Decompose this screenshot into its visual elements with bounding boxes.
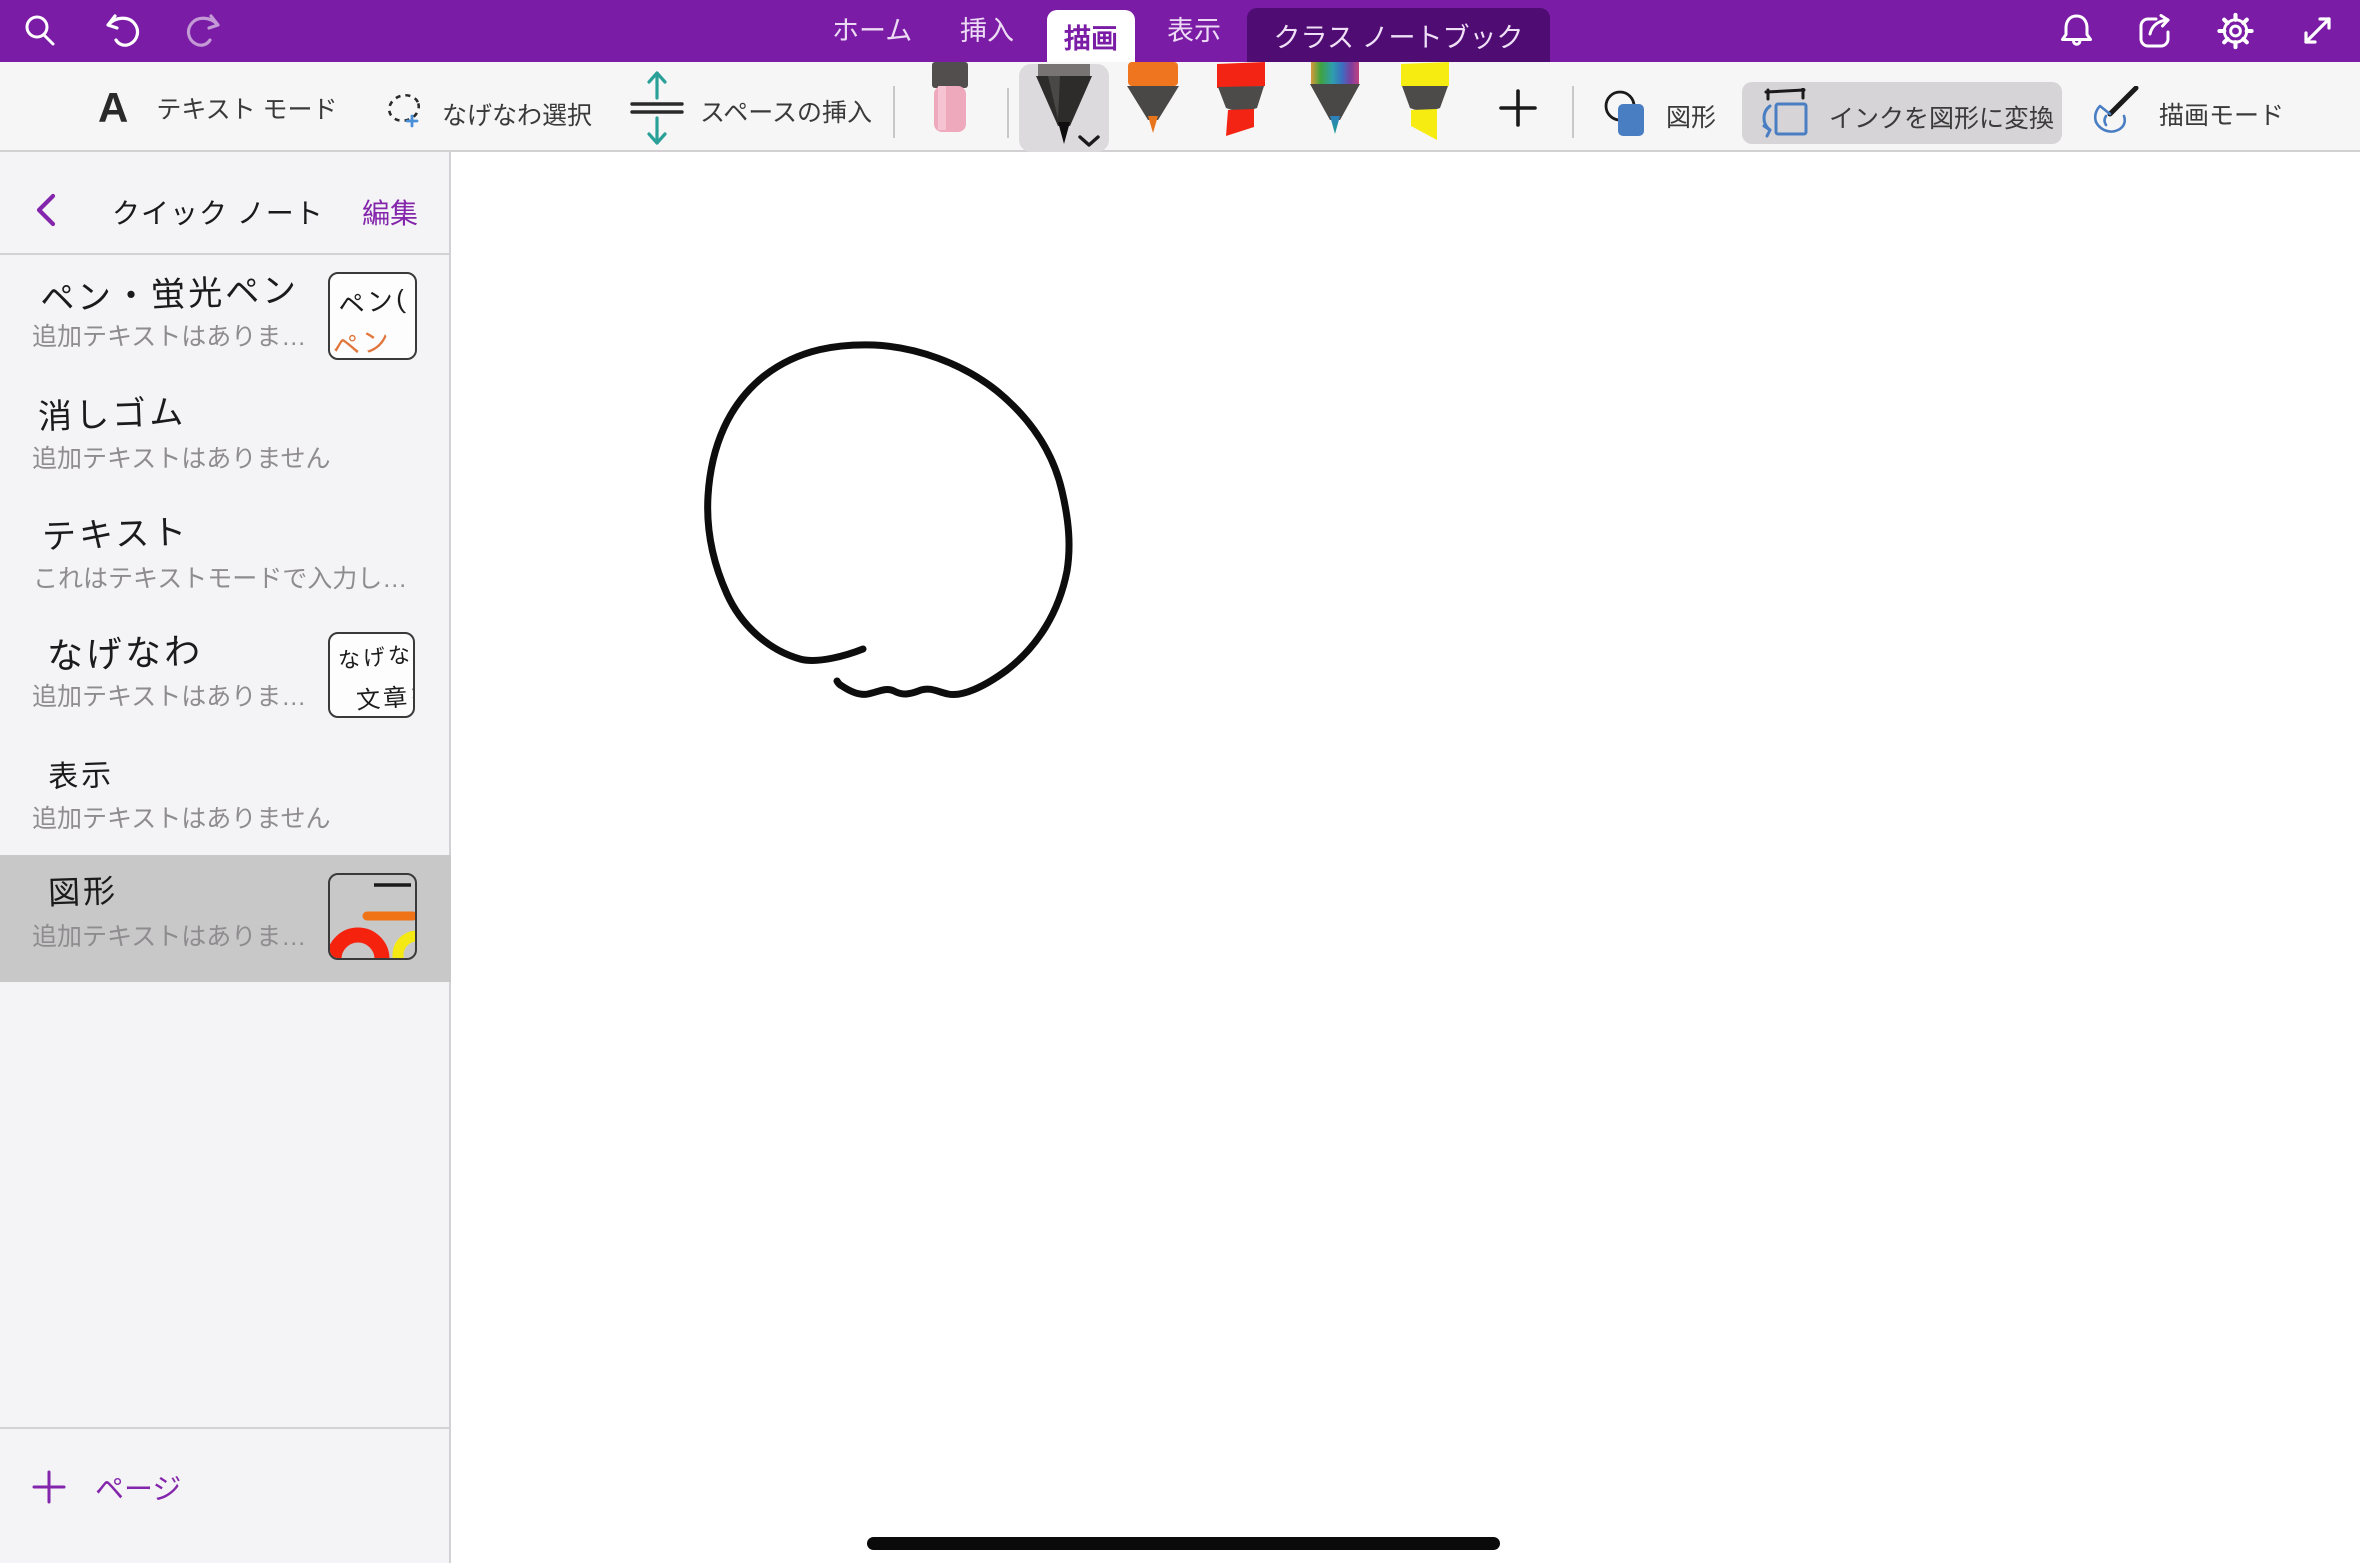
- page-title: なげなわ: [46, 622, 204, 679]
- ink-to-shape-button[interactable]: インクを図形に変換: [1742, 82, 2062, 144]
- shapes-icon: [1600, 86, 1652, 145]
- page-title: テキスト: [41, 504, 190, 558]
- settings-gear-icon[interactable]: [2216, 11, 2255, 51]
- insert-space-button[interactable]: スペースの挿入: [628, 68, 872, 153]
- page-item-lasso[interactable]: なげなわ 追加テキストはありま… なげな 文章を: [0, 615, 451, 735]
- page-subtitle: 追加テキストはありま…: [32, 917, 306, 953]
- shapes-label: 図形: [1666, 98, 1716, 134]
- toolbar-divider: [1572, 86, 1574, 138]
- eraser-tool[interactable]: [930, 62, 970, 141]
- page-item-eraser[interactable]: 消しゴム 追加テキストはありません: [0, 375, 451, 495]
- lasso-icon: [383, 88, 427, 139]
- pen-options-chevron-icon: [1077, 134, 1101, 148]
- page-thumbnail: ペン( ペン: [328, 272, 417, 360]
- insert-space-icon: [628, 68, 686, 153]
- page-thumbnail-shapes-sketch: [328, 873, 417, 960]
- add-page-label: ページ: [95, 1466, 181, 1508]
- tab-draw-active[interactable]: 描画: [1047, 10, 1135, 62]
- redo-icon[interactable]: [182, 12, 222, 52]
- tab-insert[interactable]: 挿入: [960, 0, 1014, 62]
- tab-home[interactable]: ホーム: [832, 0, 912, 62]
- red-marker-tool[interactable]: [1213, 62, 1269, 145]
- notifications-bell-icon[interactable]: [2058, 12, 2095, 50]
- tab-view[interactable]: 表示: [1167, 0, 1221, 62]
- undo-icon[interactable]: [104, 12, 144, 52]
- page-subtitle: 追加テキストはありません: [32, 439, 331, 475]
- onenote-draw-screen: ホーム 挿入 描画 表示 クラス ノートブック: [0, 0, 2360, 1563]
- sidebar-title: クイック ノート: [112, 192, 324, 232]
- ink-to-shape-label: インクを図形に変換: [1829, 99, 2054, 135]
- page-title: 図形: [47, 866, 119, 914]
- page-title: ペン・蛍光ペン: [39, 262, 300, 320]
- black-pen-tool-selected[interactable]: [1019, 64, 1109, 152]
- back-chevron-icon[interactable]: [34, 193, 58, 232]
- page-item-text[interactable]: テキスト これはテキストモードで入力し…: [0, 495, 451, 615]
- toolbar-divider: [893, 86, 895, 138]
- yellow-highlighter-tool[interactable]: [1397, 62, 1453, 147]
- share-icon[interactable]: [2136, 11, 2175, 51]
- lasso-select-label: なげなわ選択: [442, 96, 592, 132]
- draw-toolbar: A テキスト モード なげなわ選択: [0, 62, 2360, 152]
- rainbow-pen-tool[interactable]: [1309, 62, 1361, 141]
- draw-mode-hand-pen-icon: [2092, 86, 2142, 141]
- fullscreen-icon[interactable]: [2299, 12, 2336, 49]
- divider: [0, 1427, 451, 1429]
- page-item-pen[interactable]: ペン・蛍光ペン 追加テキストはありま… ペン( ペン: [0, 255, 451, 375]
- shapes-button[interactable]: 図形: [1600, 86, 1716, 145]
- page-subtitle: 追加テキストはありません: [32, 799, 331, 835]
- plus-icon: [30, 1468, 68, 1506]
- page-list-sidebar: クイック ノート 編集 ペン・蛍光ペン 追加テキストはありま… ペン( ペン 消…: [0, 152, 451, 1563]
- page-subtitle: 追加テキストはありま…: [32, 677, 306, 713]
- page-subtitle: これはテキストモードで入力し…: [33, 559, 407, 595]
- page-thumbnail: なげな 文章を: [328, 632, 415, 718]
- page-title: 消しゴム: [37, 384, 187, 438]
- home-indicator[interactable]: [867, 1537, 1500, 1550]
- toolbar-divider: [1007, 88, 1009, 138]
- ink-to-shape-icon: [1760, 88, 1812, 143]
- text-mode-label: テキスト モード: [156, 90, 337, 126]
- edit-button[interactable]: 編集: [362, 192, 418, 232]
- search-icon[interactable]: [22, 13, 58, 49]
- add-pen-button[interactable]: [1497, 87, 1539, 134]
- draw-mode-button[interactable]: 描画モード: [2092, 86, 2284, 141]
- text-mode-button[interactable]: A テキスト モード: [98, 84, 338, 132]
- orange-pen-tool[interactable]: [1125, 62, 1181, 139]
- page-item-view[interactable]: 表示 追加テキストはありません: [0, 735, 451, 855]
- add-page-button[interactable]: ページ: [30, 1466, 181, 1508]
- page-item-shapes-selected[interactable]: 図形 追加テキストはありま…: [0, 855, 451, 982]
- text-mode-a-icon: A: [98, 84, 128, 132]
- drawing-canvas[interactable]: [453, 152, 2360, 1563]
- lasso-select-button[interactable]: なげなわ選択: [383, 88, 592, 139]
- tab-class-notebook[interactable]: クラス ノートブック: [1247, 8, 1550, 62]
- top-app-bar: ホーム 挿入 描画 表示 クラス ノートブック: [0, 0, 2360, 62]
- page-title: 表示: [47, 750, 114, 796]
- page-subtitle: 追加テキストはありま…: [32, 317, 306, 353]
- insert-space-label: スペースの挿入: [700, 93, 872, 129]
- draw-mode-label: 描画モード: [2159, 96, 2284, 132]
